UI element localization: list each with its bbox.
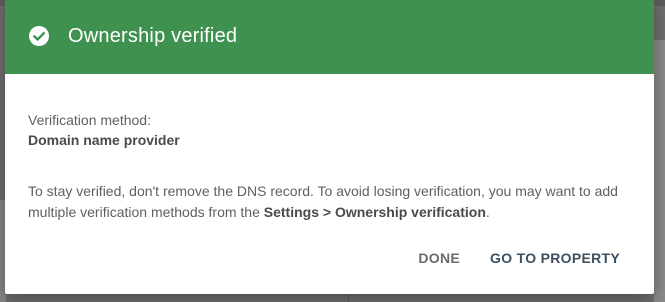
dialog-header: Ownership verified xyxy=(5,0,654,74)
verification-info-text: To stay verified, don't remove the DNS r… xyxy=(28,181,628,223)
check-circle-icon xyxy=(28,25,50,47)
go-to-property-button[interactable]: GO TO PROPERTY xyxy=(478,242,632,274)
ownership-verified-dialog: Ownership verified Verification method: … xyxy=(5,0,654,294)
background-right-panel xyxy=(654,40,665,302)
settings-path-text: Settings > Ownership verification xyxy=(263,204,486,220)
info-text-part2: . xyxy=(485,204,490,220)
verification-method-value: Domain name provider xyxy=(28,132,180,148)
dialog-body: Verification method: Domain name provide… xyxy=(5,74,654,223)
verification-method-label: Verification method: xyxy=(28,112,151,128)
dialog-actions: DONE GO TO PROPERTY xyxy=(406,222,654,294)
dialog-title: Ownership verified xyxy=(68,24,238,47)
done-button[interactable]: DONE xyxy=(406,242,472,274)
